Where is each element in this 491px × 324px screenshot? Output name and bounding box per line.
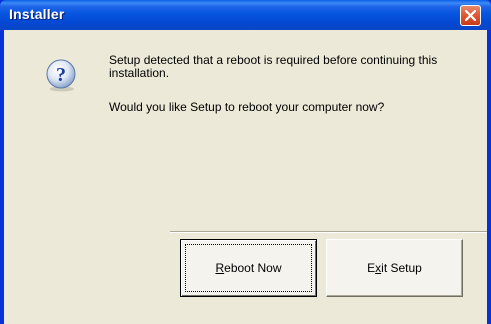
title-bar[interactable]: Installer (0, 0, 491, 30)
message-line-1: Setup detected that a reboot is required… (109, 53, 438, 80)
separator (170, 231, 487, 233)
close-icon (465, 10, 476, 21)
focus-rectangle (185, 244, 312, 292)
reboot-now-button[interactable]: Reboot Now (180, 239, 317, 297)
message-line-2: Would you like Setup to reboot your comp… (109, 100, 385, 114)
close-button[interactable] (460, 5, 481, 26)
dialog-body: ? Setup detected that a reboot is requir… (4, 30, 487, 324)
question-icon: ? (46, 59, 76, 92)
window-title: Installer (9, 6, 65, 22)
svg-text:?: ? (56, 64, 66, 86)
exit-setup-button[interactable]: Exit Setup (326, 239, 463, 297)
exit-setup-label: Exit Setup (367, 261, 422, 275)
installer-window: Installer ? Setup detected that a reboot… (0, 0, 491, 324)
